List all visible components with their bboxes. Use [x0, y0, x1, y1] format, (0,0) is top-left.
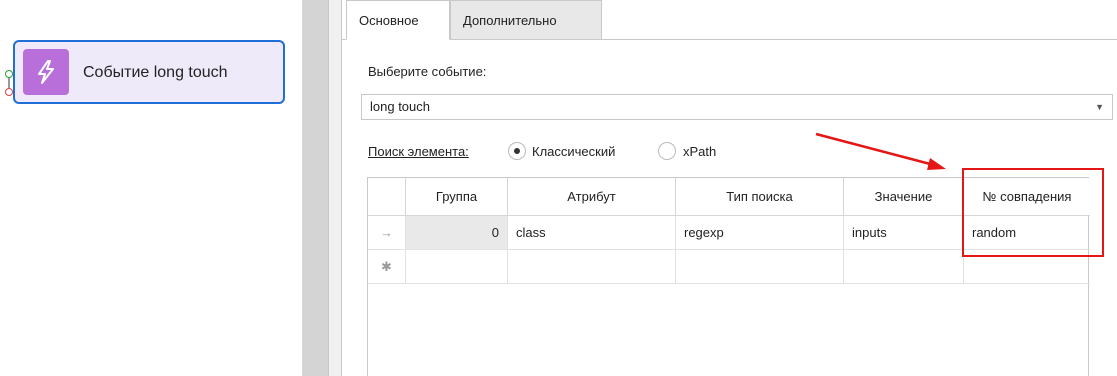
splitter-edge: [328, 0, 341, 376]
workflow-canvas[interactable]: Событие long touch: [0, 0, 302, 376]
cell-group[interactable]: [406, 250, 508, 284]
radio-classic[interactable]: [508, 142, 526, 160]
radio-xpath-label[interactable]: xPath: [683, 144, 716, 159]
grid-row-header-corner: [368, 178, 406, 216]
panel-splitter[interactable]: [302, 0, 328, 376]
node-label: Событие long touch: [83, 64, 228, 81]
cell-group[interactable]: 0: [406, 216, 508, 250]
cell-search-type[interactable]: [676, 250, 844, 284]
tab-main[interactable]: Основное: [346, 0, 450, 40]
column-header-value[interactable]: Значение: [844, 178, 964, 216]
row-arrow-icon: →: [368, 216, 406, 250]
column-header-search-type[interactable]: Тип поиска: [676, 178, 844, 216]
highlight-box: [962, 168, 1104, 257]
column-header-group[interactable]: Группа: [406, 178, 508, 216]
output-port[interactable]: [5, 88, 13, 96]
new-row-icon: ✱: [368, 250, 406, 284]
port-connector: [8, 78, 10, 88]
event-node[interactable]: Событие long touch: [13, 40, 285, 104]
tab-bar: Основное Дополнительно: [342, 0, 1117, 40]
radio-dot: [514, 148, 520, 154]
cell-value[interactable]: inputs: [844, 216, 964, 250]
radio-xpath[interactable]: [658, 142, 676, 160]
lightning-icon-glyph: [38, 60, 54, 84]
cell-search-type[interactable]: regexp: [676, 216, 844, 250]
input-port[interactable]: [5, 70, 13, 78]
cell-attribute[interactable]: class: [508, 216, 676, 250]
tab-additional[interactable]: Дополнительно: [450, 0, 602, 40]
radio-classic-label[interactable]: Классический: [532, 144, 615, 159]
search-mode-label[interactable]: Поиск элемента:: [368, 144, 469, 159]
event-select-label: Выберите событие:: [368, 64, 487, 79]
event-select-value: long touch: [370, 99, 430, 114]
chevron-down-icon[interactable]: ▼: [1095, 95, 1104, 119]
cell-attribute[interactable]: [508, 250, 676, 284]
lightning-icon: [23, 49, 69, 95]
event-select[interactable]: long touch ▼: [361, 94, 1113, 120]
column-header-attribute[interactable]: Атрибут: [508, 178, 676, 216]
cell-value[interactable]: [844, 250, 964, 284]
